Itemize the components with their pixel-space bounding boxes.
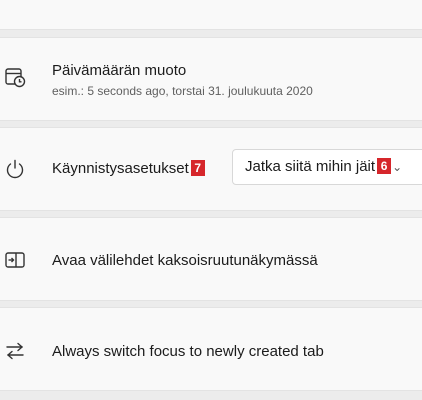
- power-icon: [4, 158, 26, 180]
- startup-dropdown[interactable]: Jatka siitä mihin jäit 6 ⌄: [232, 149, 422, 185]
- startup-title-badge: 7: [190, 160, 205, 176]
- startup-dropdown-value: Jatka siitä mihin jäit: [245, 158, 376, 175]
- settings-card-top-partial: [0, 0, 422, 30]
- split-pane-setting[interactable]: Avaa välilehdet kaksoisruutunäkymässä: [0, 217, 422, 301]
- switch-arrows-icon: [4, 340, 26, 362]
- chevron-down-icon: ⌄: [392, 160, 403, 174]
- focus-new-tab-setting[interactable]: Always switch focus to newly created tab: [0, 307, 422, 391]
- startup-dropdown-badge: 6: [377, 158, 392, 174]
- focus-new-tab-title: Always switch focus to newly created tab: [52, 343, 324, 360]
- calendar-clock-icon: [4, 66, 26, 88]
- date-format-setting[interactable]: Päivämäärän muoto esim.: 5 seconds ago, …: [0, 37, 422, 121]
- startup-setting: Käynnistysasetukset 7 Jatka siitä mihin j…: [0, 127, 422, 211]
- startup-title: Käynnistysasetukset 7: [52, 160, 205, 177]
- date-format-example: esim.: 5 seconds ago, torstai 31. jouluk…: [52, 84, 313, 98]
- split-pane-icon: [4, 249, 26, 271]
- split-pane-title: Avaa välilehdet kaksoisruutunäkymässä: [52, 252, 318, 269]
- startup-title-label: Käynnistysasetukset: [52, 160, 189, 177]
- date-format-title: Päivämäärän muoto: [52, 62, 187, 79]
